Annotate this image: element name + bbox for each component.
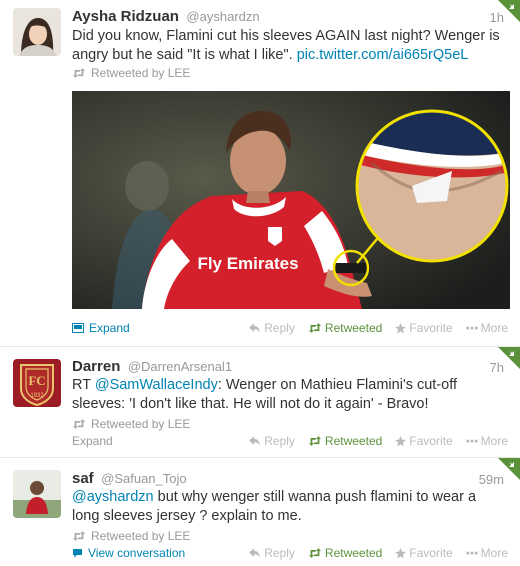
more-button[interactable]: More xyxy=(466,434,508,448)
tweet-photo[interactable]: Fly Emirates xyxy=(72,91,510,309)
retweeted-by: Retweeted by LEE xyxy=(72,66,190,80)
photo-link[interactable]: pic.twitter.com/ai665rQ5eL xyxy=(297,47,469,63)
favorite-button[interactable]: Favorite xyxy=(395,546,453,560)
avatar[interactable] xyxy=(13,8,61,56)
star-icon xyxy=(395,548,406,559)
retweet-icon xyxy=(72,419,86,429)
more-label: More xyxy=(480,321,508,335)
view-conversation-link[interactable]: View conversation xyxy=(72,546,185,560)
rt-prefix: RT xyxy=(72,377,95,393)
retweet-button[interactable]: Retweeted xyxy=(308,434,382,448)
retweet-icon xyxy=(308,436,322,446)
media-icon xyxy=(72,323,84,333)
star-icon xyxy=(395,436,406,447)
more-label: More xyxy=(480,546,508,560)
favorite-button[interactable]: Favorite xyxy=(395,434,453,448)
reply-button[interactable]: Reply xyxy=(249,546,295,560)
favorite-label: Favorite xyxy=(409,546,453,560)
retweet-button[interactable]: Retweeted xyxy=(308,546,382,560)
retweeted-by-label[interactable]: Retweeted by LEE xyxy=(91,529,190,543)
author-name[interactable]: Darren xyxy=(72,358,120,375)
avatar[interactable] xyxy=(13,470,61,518)
tweet-1[interactable]: Aysha Ridzuan @ayshardzn 1h Did you know… xyxy=(0,0,520,347)
badge-year: 1932 xyxy=(30,393,44,399)
tweet-text: RT @SamWallaceIndy: Wenger on Mathieu Fl… xyxy=(72,376,502,414)
tweet-text: Did you know, Flamini cut his sleeves AG… xyxy=(72,27,502,65)
author-handle[interactable]: @ayshardzn xyxy=(186,9,259,24)
expand-label[interactable]: Expand xyxy=(72,434,113,448)
retweet-icon xyxy=(72,68,86,78)
view-conversation-label[interactable]: View conversation xyxy=(88,546,185,560)
retweeted-by: Retweeted by LEE xyxy=(72,529,190,543)
reply-icon xyxy=(249,436,261,446)
retweet-label: Retweeted xyxy=(324,434,383,448)
retweeted-by-label[interactable]: Retweeted by LEE xyxy=(91,417,190,431)
reply-icon xyxy=(249,323,261,333)
author-name[interactable]: saf xyxy=(72,470,94,487)
reply-label: Reply xyxy=(264,321,295,335)
expand-link[interactable]: Expand xyxy=(72,321,130,335)
mention-link[interactable]: @SamWallaceIndy xyxy=(95,377,218,393)
star-icon xyxy=(395,323,406,334)
tweet-actions: Reply Retweeted Favorite More xyxy=(249,546,508,560)
retweeted-by-label[interactable]: Retweeted by LEE xyxy=(91,66,190,80)
retweet-label: Retweeted xyxy=(324,546,383,560)
reply-button[interactable]: Reply xyxy=(249,321,295,335)
more-dots-icon xyxy=(466,439,478,443)
avatar[interactable]: FC 1932 xyxy=(13,359,61,407)
retweet-label: Retweeted xyxy=(324,321,383,335)
more-dots-icon xyxy=(466,551,478,555)
favorite-label: Favorite xyxy=(409,321,453,335)
retweet-icon xyxy=(308,323,322,333)
expand-label[interactable]: Expand xyxy=(89,321,130,335)
tweet-actions: Reply Retweeted Favorite More xyxy=(249,434,508,448)
reply-label: Reply xyxy=(264,546,295,560)
expand-link[interactable]: Expand xyxy=(72,434,113,448)
tweet-header: saf @Safuan_Tojo xyxy=(72,470,187,488)
tweet-header: Aysha Ridzuan @ayshardzn xyxy=(72,8,260,26)
tweet-text: @ayshardzn but why wenger still wanna pu… xyxy=(72,488,502,526)
more-button[interactable]: More xyxy=(466,546,508,560)
tweet-header: Darren @DarrenArsenal1 xyxy=(72,358,232,376)
retweeted-by: Retweeted by LEE xyxy=(72,417,190,431)
tweet-actions: Reply Retweeted Favorite More xyxy=(249,321,508,335)
retweet-icon xyxy=(72,531,86,541)
retweet-icon xyxy=(308,548,322,558)
mention-link[interactable]: @ayshardzn xyxy=(72,489,154,505)
author-handle[interactable]: @DarrenArsenal1 xyxy=(128,359,232,374)
author-name[interactable]: Aysha Ridzuan xyxy=(72,8,179,25)
tweet-2[interactable]: FC 1932 Darren @DarrenArsenal1 7h RT @Sa… xyxy=(0,347,520,458)
svg-text:FC: FC xyxy=(28,373,45,388)
conversation-bubble-icon xyxy=(73,549,82,558)
favorite-label: Favorite xyxy=(409,434,453,448)
more-dots-icon xyxy=(466,326,478,330)
timestamp[interactable]: 1h xyxy=(490,10,504,25)
more-label: More xyxy=(480,434,508,448)
tweet-3[interactable]: saf @Safuan_Tojo 59m @ayshardzn but why … xyxy=(0,458,520,566)
favorite-button[interactable]: Favorite xyxy=(395,321,453,335)
reply-icon xyxy=(249,548,261,558)
reply-button[interactable]: Reply xyxy=(249,434,295,448)
reply-label: Reply xyxy=(264,434,295,448)
shirt-sponsor-text: Fly Emirates xyxy=(197,254,298,273)
timestamp[interactable]: 59m xyxy=(479,472,504,487)
more-button[interactable]: More xyxy=(466,321,508,335)
retweet-button[interactable]: Retweeted xyxy=(308,321,382,335)
author-handle[interactable]: @Safuan_Tojo xyxy=(101,471,186,486)
timestamp[interactable]: 7h xyxy=(490,360,504,375)
